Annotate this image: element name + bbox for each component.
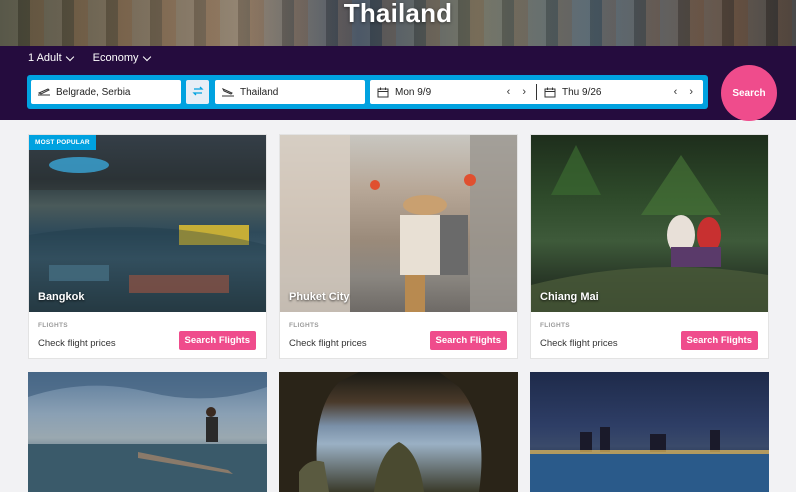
destination-card-phuket[interactable]: Phuket City FLIGHTS Check flight prices … (279, 134, 518, 359)
search-flights-button[interactable]: Search Flights (429, 331, 507, 350)
depart-date-value: Mon 9/9 (395, 86, 432, 98)
card-city-name: Chiang Mai (540, 291, 599, 303)
origin-value: Belgrade, Serbia (56, 86, 131, 98)
destination-card-beach[interactable] (28, 372, 267, 492)
card-section-label: FLIGHTS (289, 322, 319, 329)
depart-prev-button[interactable]: ‹ (507, 86, 511, 98)
return-next-button[interactable]: › (689, 86, 693, 98)
origin-field[interactable]: Belgrade, Serbia (31, 80, 181, 104)
cabin-class-dropdown[interactable]: Economy (92, 52, 151, 64)
destination-card-night-city[interactable] (530, 372, 769, 492)
plane-takeoff-icon (37, 86, 51, 98)
card-section-label: FLIGHTS (38, 322, 68, 329)
card-caption: Check flight prices (540, 338, 618, 349)
chevron-down-icon (142, 52, 151, 61)
card-city-name: Bangkok (38, 291, 85, 303)
return-date-picker[interactable]: Thu 9/26 ‹ › (537, 80, 703, 104)
card-caption: Check flight prices (38, 338, 116, 349)
search-panel: 1 Adult Economy Belgrade, Serbia Thailan… (0, 46, 796, 120)
dates-field: Mon 9/9 ‹ › Thu 9/26 ‹ › (370, 80, 703, 104)
passengers-dropdown[interactable]: 1 Adult (28, 52, 74, 64)
destination-card-islands[interactable] (279, 372, 518, 492)
page-title: Thailand (343, 0, 453, 28)
card-section-label: FLIGHTS (540, 322, 570, 329)
card-city-name: Phuket City (289, 291, 350, 303)
bangkok-photo: MOST POPULAR Bangkok (29, 135, 266, 312)
phuket-photo: Phuket City (280, 135, 517, 312)
chiang-mai-photo: Chiang Mai (531, 135, 768, 312)
chevron-down-icon (65, 52, 74, 61)
card-caption: Check flight prices (289, 338, 367, 349)
calendar-icon (376, 86, 390, 98)
search-bar: Belgrade, Serbia Thailand Mon 9/9 ‹ › Th… (27, 75, 708, 109)
search-flights-button[interactable]: Search Flights (178, 331, 256, 350)
cabin-class-label: Economy (92, 52, 139, 64)
calendar-icon (543, 86, 557, 98)
swap-icon (191, 86, 204, 99)
depart-date-picker[interactable]: Mon 9/9 ‹ › (370, 80, 536, 104)
hero-banner: Thailand (0, 0, 796, 46)
search-button[interactable]: Search (721, 65, 777, 121)
return-date-value: Thu 9/26 (562, 86, 602, 98)
most-popular-badge: MOST POPULAR (29, 135, 96, 150)
depart-next-button[interactable]: › (522, 86, 526, 98)
swap-button[interactable] (186, 80, 209, 104)
return-prev-button[interactable]: ‹ (674, 86, 678, 98)
passengers-label: 1 Adult (28, 52, 62, 64)
destination-value: Thailand (240, 86, 279, 98)
destination-card-chiang-mai[interactable]: Chiang Mai FLIGHTS Check flight prices S… (530, 134, 769, 359)
search-flights-button[interactable]: Search Flights (680, 331, 758, 350)
destination-card-bangkok[interactable]: MOST POPULAR Bangkok FLIGHTS Check fligh… (28, 134, 267, 359)
plane-landing-icon (221, 86, 235, 98)
destination-field[interactable]: Thailand (215, 80, 365, 104)
